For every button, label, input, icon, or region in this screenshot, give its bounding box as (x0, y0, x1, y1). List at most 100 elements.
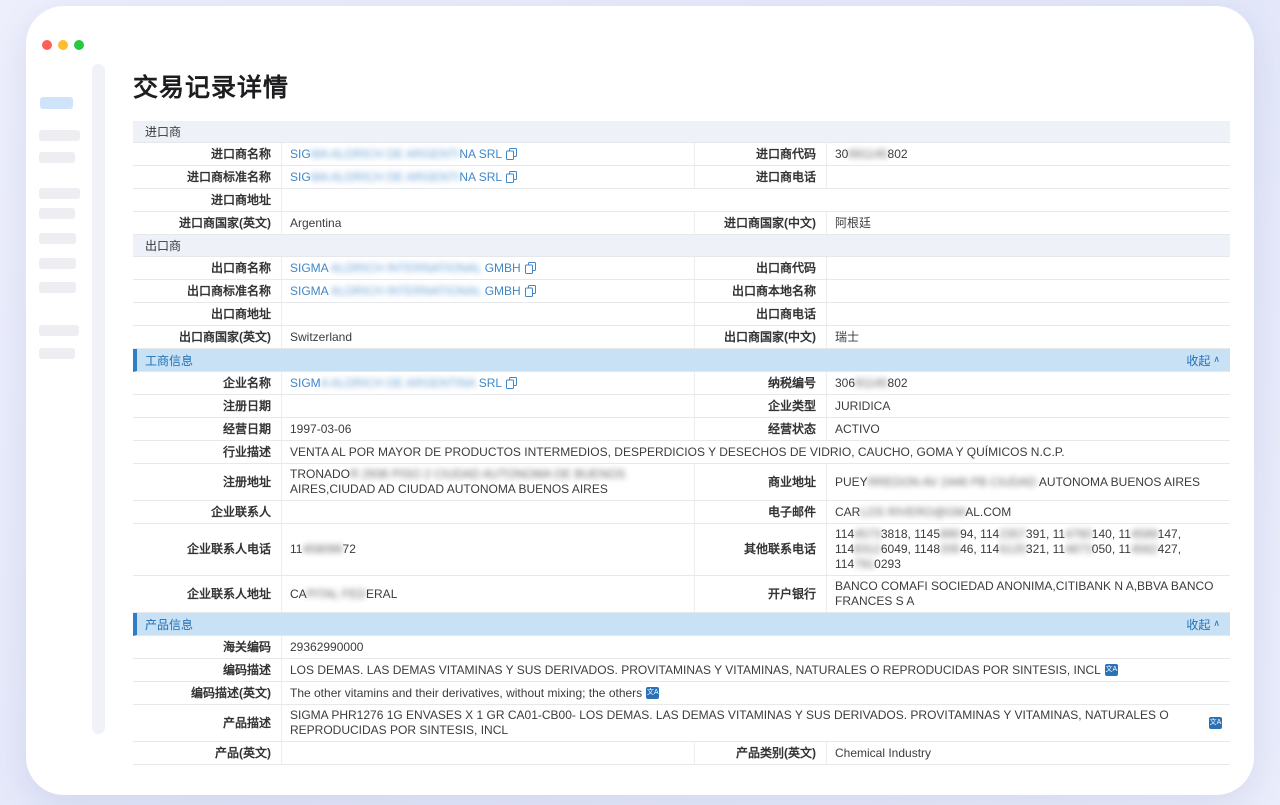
copy-icon[interactable] (525, 262, 536, 274)
table-row: 行业描述 VENTA AL POR MAYOR DE PRODUCTOS INT… (133, 441, 1230, 464)
field-label: 出口商名称 (133, 257, 281, 279)
table-row: 编码描述(英文) The other vitamins and their de… (133, 682, 1230, 705)
table-row: 出口商标准名称 SIGMA ALDRICH INTERNATIONAL GMBH… (133, 280, 1230, 303)
field-label: 出口商国家(中文) (694, 326, 826, 348)
field-value: 阿根廷 (826, 212, 1230, 234)
section-title: 进口商 (145, 123, 181, 140)
table-row: 出口商名称 SIGMA ALDRICH INTERNATIONAL GMBH 出… (133, 257, 1230, 280)
field-label: 产品类别(英文) (694, 742, 826, 764)
field-label: 产品描述 (133, 705, 281, 741)
copy-icon[interactable] (506, 377, 517, 389)
field-value: BANCO COMAFI SOCIEDAD ANONIMA,CITIBANK N… (826, 576, 1230, 612)
field-value: Chemical Industry (826, 742, 1230, 764)
collapse-product-link[interactable]: 收起∧ (1186, 616, 1220, 633)
field-label: 进口商地址 (133, 189, 281, 211)
field-value: The other vitamins and their derivatives… (281, 682, 1230, 704)
field-label: 企业联系人地址 (133, 576, 281, 612)
translate-icon[interactable]: 文A (1105, 664, 1118, 676)
table-row: 企业联系人地址 CAPITAL FEDERAL 开户银行 BANCO COMAF… (133, 576, 1230, 613)
field-value: 30691145802 (826, 143, 1230, 165)
sidebar-item[interactable] (39, 130, 80, 141)
field-value: TRONADOR 2936 PISO 2 CIUDAD AUTONOMA DE … (281, 464, 694, 500)
minimize-window-icon[interactable] (58, 40, 68, 50)
field-label: 商业地址 (694, 464, 826, 500)
company-name-link[interactable]: SIGMA ALDRICH DE ARGENTINA SRL (290, 376, 502, 391)
section-header-business-info: 工商信息 收起∧ (133, 349, 1230, 372)
field-value: SIGMA ALDRICH DE ARGENTINA SRL (281, 372, 694, 394)
sidebar-item[interactable] (39, 258, 76, 269)
collapse-business-link[interactable]: 收起∧ (1186, 352, 1220, 369)
field-label: 出口商代码 (694, 257, 826, 279)
sidebar-item[interactable] (39, 208, 75, 219)
field-label: 产品(英文) (133, 742, 281, 764)
table-row: 产品描述 SIGMA PHR1276 1G ENVASES X 1 GR CA0… (133, 705, 1230, 742)
exporter-name-link[interactable]: SIGMA ALDRICH INTERNATIONAL GMBH (290, 261, 521, 276)
field-value (826, 166, 1230, 188)
table-row: 出口商国家(英文) Switzerland 出口商国家(中文) 瑞士 (133, 326, 1230, 349)
sidebar-item[interactable] (39, 188, 80, 199)
field-value (281, 189, 1230, 211)
field-label: 出口商国家(英文) (133, 326, 281, 348)
sidebar-item[interactable] (39, 233, 76, 244)
table-row: 出口商地址 出口商电话 (133, 303, 1230, 326)
exporter-std-name-link[interactable]: SIGMA ALDRICH INTERNATIONAL GMBH (290, 284, 521, 299)
close-window-icon[interactable] (42, 40, 52, 50)
field-label: 企业联系人 (133, 501, 281, 523)
content-divider (92, 64, 105, 734)
field-label: 进口商代码 (694, 143, 826, 165)
table-row: 注册地址 TRONADOR 2936 PISO 2 CIUDAD AUTONOM… (133, 464, 1230, 501)
table-row: 进口商标准名称 SIGMA ALDRICH DE ARGENTINA SRL 进… (133, 166, 1230, 189)
table-row: 注册日期 企业类型 JURIDICA (133, 395, 1230, 418)
sidebar-item[interactable] (39, 282, 76, 293)
translate-icon[interactable]: 文A (646, 687, 659, 699)
field-value (826, 303, 1230, 325)
section-title: 出口商 (145, 237, 181, 254)
table-row: 进口商国家(英文) Argentina 进口商国家(中文) 阿根廷 (133, 212, 1230, 235)
table-row: 企业联系人 电子邮件 CARLOS RIVERO@GMAL.COM (133, 501, 1230, 524)
field-value: 29362990000 (281, 636, 1230, 658)
sidebar-item[interactable] (39, 348, 75, 359)
table-row: 企业联系人电话 1145809672 其他联系电话 11445733818, 1… (133, 524, 1230, 576)
field-value: SIGMA ALDRICH INTERNATIONAL GMBH (281, 280, 694, 302)
field-value: PUEYRREDON AV 2446 PB CIUDAD AUTONOMA BU… (826, 464, 1230, 500)
field-label: 经营日期 (133, 418, 281, 440)
detail-table: 进口商 进口商名称 SIGMA ALDRICH DE ARGENTINA SRL… (133, 121, 1230, 765)
field-label: 出口商地址 (133, 303, 281, 325)
page-title: 交易记录详情 (133, 68, 1230, 104)
table-row: 编码描述 LOS DEMAS. LAS DEMAS VITAMINAS Y SU… (133, 659, 1230, 682)
translate-icon[interactable]: 文A (1209, 717, 1222, 729)
field-value (281, 742, 694, 764)
copy-icon[interactable] (506, 171, 517, 183)
browser-window: 交易记录详情 进口商 进口商名称 SIGMA ALDRICH DE ARGENT… (26, 6, 1254, 795)
field-label: 海关编码 (133, 636, 281, 658)
copy-icon[interactable] (506, 148, 517, 160)
importer-std-name-link[interactable]: SIGMA ALDRICH DE ARGENTINA SRL (290, 170, 502, 185)
field-label: 出口商本地名称 (694, 280, 826, 302)
table-row: 企业名称 SIGMA ALDRICH DE ARGENTINA SRL 纳税编号… (133, 372, 1230, 395)
field-value: CAPITAL FEDERAL (281, 576, 694, 612)
table-row: 产品(英文) 产品类别(英文) Chemical Industry (133, 742, 1230, 765)
sidebar-item-active[interactable] (40, 97, 73, 109)
maximize-window-icon[interactable] (74, 40, 84, 50)
section-title: 产品信息 (145, 616, 193, 633)
importer-name-link[interactable]: SIGMA ALDRICH DE ARGENTINA SRL (290, 147, 502, 162)
field-value: Argentina (281, 212, 694, 234)
field-label: 其他联系电话 (694, 524, 826, 575)
field-value: 30691145802 (826, 372, 1230, 394)
field-value: 1145809672 (281, 524, 694, 575)
copy-icon[interactable] (525, 285, 536, 297)
sidebar-item[interactable] (39, 152, 75, 163)
chevron-up-icon: ∧ (1213, 355, 1220, 364)
field-value: JURIDICA (826, 395, 1230, 417)
field-label: 注册日期 (133, 395, 281, 417)
field-label: 经营状态 (694, 418, 826, 440)
field-label: 注册地址 (133, 464, 281, 500)
field-label: 进口商名称 (133, 143, 281, 165)
field-label: 进口商标准名称 (133, 166, 281, 188)
field-value: CARLOS RIVERO@GMAL.COM (826, 501, 1230, 523)
field-value: 1997-03-06 (281, 418, 694, 440)
field-label: 进口商电话 (694, 166, 826, 188)
field-value (826, 280, 1230, 302)
sidebar-item[interactable] (39, 325, 79, 336)
field-label: 出口商标准名称 (133, 280, 281, 302)
